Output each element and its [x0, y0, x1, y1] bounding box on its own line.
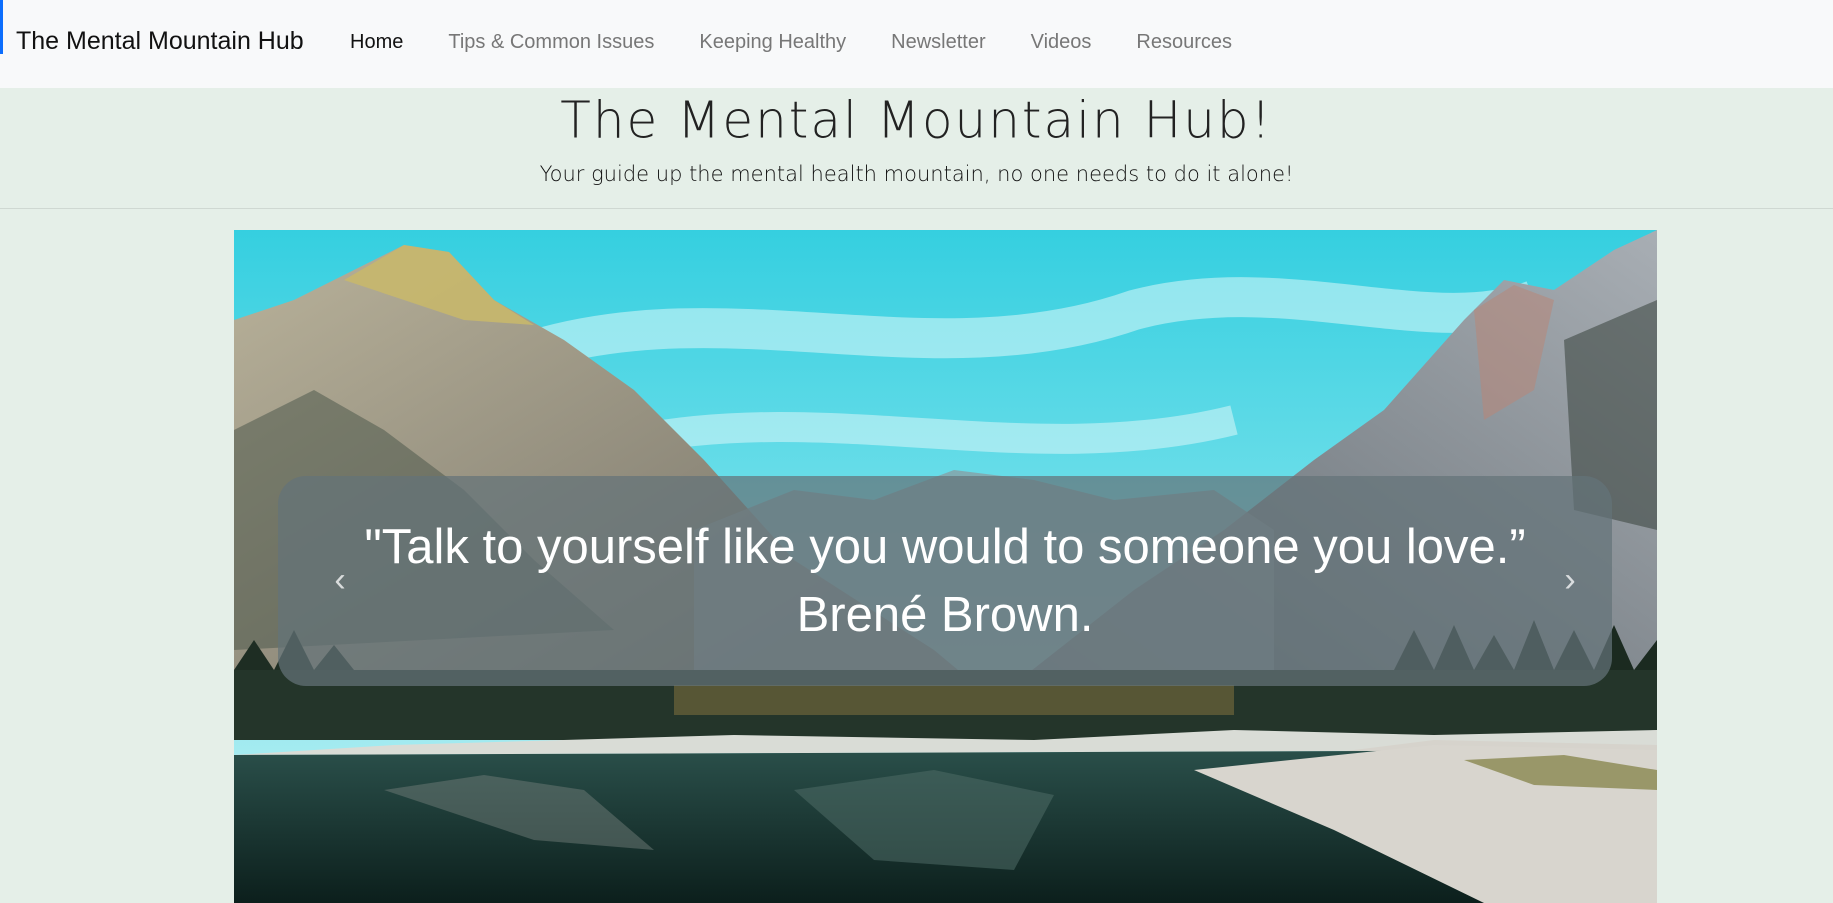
hero-header: The Mental Mountain Hub! Your guide up t… [0, 88, 1833, 209]
nav-item-resources[interactable]: Resources [1136, 31, 1232, 54]
page-subtitle: Your guide up the mental health mountain… [539, 162, 1294, 186]
focus-indicator [0, 0, 3, 54]
top-navbar: The Mental Mountain Hub Home Tips & Comm… [0, 0, 1833, 88]
carousel-next-button[interactable]: › [1550, 560, 1590, 600]
chevron-left-icon: ‹ [334, 560, 346, 599]
quote-caption: "Talk to yourself like you would to some… [278, 476, 1612, 686]
quote-author: Brené Brown. [796, 588, 1094, 642]
chevron-right-icon: › [1564, 560, 1576, 599]
page-title: The Mental Mountain Hub! [560, 90, 1273, 150]
brand-link[interactable]: The Mental Mountain Hub [16, 27, 304, 56]
quote-carousel[interactable]: "Talk to yourself like you would to some… [234, 230, 1657, 903]
nav-item-home[interactable]: Home [350, 31, 403, 54]
nav-item-newsletter[interactable]: Newsletter [891, 31, 985, 54]
carousel-prev-button[interactable]: ‹ [320, 560, 360, 600]
nav-item-videos[interactable]: Videos [1031, 31, 1092, 54]
quote-text: "Talk to yourself like you would to some… [364, 520, 1526, 574]
nav-item-tips[interactable]: Tips & Common Issues [448, 31, 654, 54]
nav-links: Home Tips & Common Issues Keeping Health… [350, 31, 1277, 54]
nav-item-keeping-healthy[interactable]: Keeping Healthy [699, 31, 846, 54]
